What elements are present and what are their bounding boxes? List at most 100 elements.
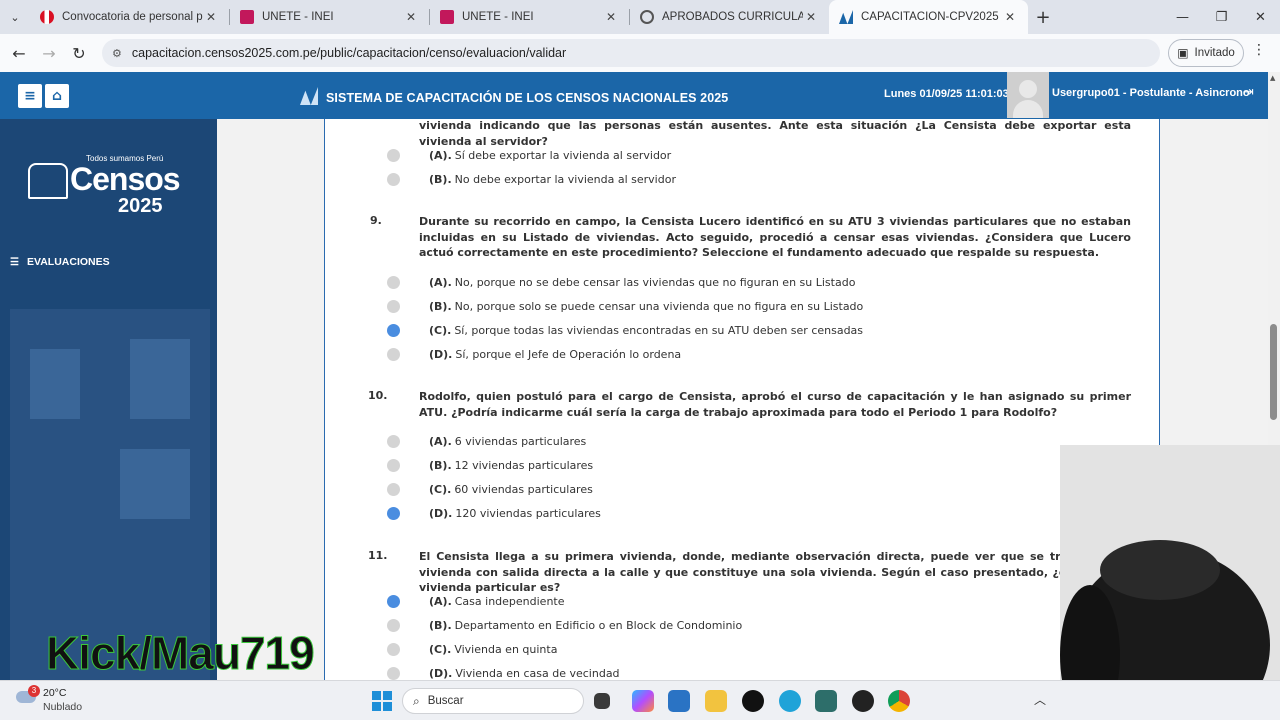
option-radio[interactable]	[387, 300, 400, 313]
option-radio-selected[interactable]	[387, 324, 400, 337]
logout-icon[interactable]: ⇥	[1243, 85, 1254, 100]
option-radio[interactable]	[387, 643, 400, 656]
webcam-overlay	[1060, 445, 1280, 720]
option-label[interactable]: (A). No, porque no se debe censar las viv…	[429, 276, 855, 289]
chevron-up-icon[interactable]: ︿	[1034, 691, 1046, 708]
url-field[interactable]: ⚙ capacitacion.censos2025.com.pe/public/…	[102, 39, 1160, 67]
building-window	[120, 449, 190, 519]
close-tab-icon[interactable]: ✕	[1002, 10, 1018, 24]
browser-tab-1[interactable]: Convocatoria de personal para ✕	[30, 0, 229, 34]
option-letter: (D).	[429, 667, 453, 680]
back-arrow-icon[interactable]: ←	[4, 38, 34, 68]
option-text: No, porque solo se puede censar una vivi…	[454, 300, 864, 313]
close-tab-icon[interactable]: ✕	[803, 10, 819, 24]
option-label[interactable]: (B). No, porque solo se puede censar una …	[429, 300, 863, 313]
option-radio-selected[interactable]	[387, 507, 400, 520]
option-letter: (B).	[429, 459, 452, 472]
option-text: 120 viviendas particulares	[455, 507, 601, 520]
close-tab-icon[interactable]: ✕	[203, 10, 219, 24]
option-label[interactable]: (A). 6 viviendas particulares	[429, 435, 586, 448]
task-view-icon[interactable]	[594, 693, 610, 709]
profile-icon: ▣	[1177, 46, 1189, 60]
option-text: Departamento en Edificio o en Block de C…	[454, 619, 743, 632]
scroll-up-arrow-icon[interactable]: ▲	[1270, 74, 1275, 82]
brand-name: Censos	[70, 161, 181, 197]
system-title: SISTEMA DE CAPACITACIÓN DE LOS CENSOS NA…	[326, 91, 729, 105]
option-label[interactable]: (C). Vivienda en quinta	[429, 643, 557, 656]
url-text: capacitacion.censos2025.com.pe/public/ca…	[131, 46, 567, 60]
question-number: 10.	[368, 389, 388, 402]
windows-start-icon[interactable]	[372, 691, 392, 711]
option-label[interactable]: (B). No debe exportar la vivienda al serv…	[429, 173, 676, 186]
inei-favicon-icon	[240, 10, 254, 24]
site-settings-icon[interactable]: ⚙	[112, 47, 122, 60]
tab-title: CAPACITACION-CPV2025	[861, 11, 999, 23]
option-label[interactable]: (C). Sí, porque todas las viviendas encon…	[429, 324, 863, 337]
option-radio[interactable]	[387, 348, 400, 361]
browser-tab-strip: ⌄ Convocatoria de personal para ✕ UNETE …	[0, 0, 1280, 34]
tiktok-icon[interactable]	[742, 690, 764, 712]
browser-menu-icon[interactable]: ⋮	[1252, 42, 1266, 58]
option-radio[interactable]	[387, 483, 400, 496]
option-radio-selected[interactable]	[387, 595, 400, 608]
edge-icon[interactable]	[779, 690, 801, 712]
option-radio[interactable]	[387, 435, 400, 448]
scrollbar-thumb[interactable]	[1270, 324, 1277, 420]
browser-tab-3[interactable]: UNETE - INEI ✕	[430, 0, 629, 34]
option-label[interactable]: (B). Departamento en Edificio o en Block …	[429, 619, 742, 632]
tab-title: UNETE - INEI	[262, 11, 334, 23]
option-radio[interactable]	[387, 459, 400, 472]
hamburger-menu-icon[interactable]: ≡	[18, 84, 42, 108]
building-window	[30, 349, 80, 419]
option-radio[interactable]	[387, 619, 400, 632]
sidebar: Todos sumamos Perú Censos 2025 ☰ EVALUACI…	[0, 119, 217, 680]
option-radio[interactable]	[387, 173, 400, 186]
restore-icon[interactable]: ❐	[1202, 0, 1241, 34]
new-tab-button[interactable]: +	[1028, 7, 1058, 28]
option-letter: (C).	[429, 643, 452, 656]
webcam-person-hair	[1100, 540, 1220, 600]
browser-tab-5-active[interactable]: CAPACITACION-CPV2025 ✕	[829, 0, 1028, 34]
search-placeholder: Buscar	[427, 695, 464, 707]
close-window-icon[interactable]: ✕	[1241, 0, 1280, 34]
tab-title: Convocatoria de personal para	[62, 11, 203, 23]
option-label[interactable]: (D). Sí, porque el Jefe de Operación lo o…	[429, 348, 681, 361]
weather-temperature: 20°C	[43, 687, 67, 699]
option-label[interactable]: (B). 12 viviendas particulares	[429, 459, 593, 472]
obs-icon[interactable]	[852, 690, 874, 712]
browser-tab-2[interactable]: UNETE - INEI ✕	[230, 0, 429, 34]
file-explorer-icon[interactable]	[705, 690, 727, 712]
reload-icon[interactable]: ↻	[64, 38, 94, 68]
guest-profile-button[interactable]: ▣ Invitado	[1168, 39, 1244, 67]
chrome-icon[interactable]	[888, 690, 910, 712]
store-icon[interactable]	[668, 690, 690, 712]
option-label[interactable]: (D). Vivienda en casa de vecindad	[429, 667, 620, 680]
minimize-icon[interactable]: —	[1163, 0, 1202, 34]
option-label[interactable]: (A). Casa independiente	[429, 595, 565, 608]
option-radio[interactable]	[387, 149, 400, 162]
question-text: vivienda indicando que las personas está…	[419, 119, 1131, 148]
close-tab-icon[interactable]: ✕	[403, 10, 419, 24]
option-letter: (C).	[429, 483, 452, 496]
close-tab-icon[interactable]: ✕	[603, 10, 619, 24]
option-label[interactable]: (C). 60 viviendas particulares	[429, 483, 593, 496]
option-text: Vivienda en quinta	[454, 643, 558, 656]
option-letter: (B).	[429, 300, 452, 313]
avatar[interactable]	[1007, 72, 1049, 118]
home-icon[interactable]: ⌂	[45, 84, 69, 108]
option-label[interactable]: (A). Sí debe exportar la vivienda al serv…	[429, 149, 671, 162]
browser-tab-4[interactable]: APROBADOS CURRICULAR CON ✕	[630, 0, 829, 34]
tab-search-icon[interactable]: ⌄	[0, 0, 30, 34]
copilot-icon[interactable]	[632, 690, 654, 712]
question-number: 9.	[370, 214, 382, 227]
question-text: El Censista llega a su primera vivienda,…	[419, 550, 1131, 594]
forward-arrow-icon[interactable]: →	[34, 38, 64, 68]
question-text: Rodolfo, quien postuló para el cargo de …	[419, 390, 1131, 419]
option-radio[interactable]	[387, 667, 400, 680]
option-label[interactable]: (D). 120 viviendas particulares	[429, 507, 601, 520]
sidebar-item-evaluaciones[interactable]: ☰ EVALUACIONES	[10, 256, 110, 268]
option-radio[interactable]	[387, 276, 400, 289]
calculator-app-icon[interactable]	[815, 690, 837, 712]
tab-title: APROBADOS CURRICULAR CON	[662, 11, 803, 23]
taskbar-search-input[interactable]: ⌕ Buscar	[402, 688, 584, 714]
